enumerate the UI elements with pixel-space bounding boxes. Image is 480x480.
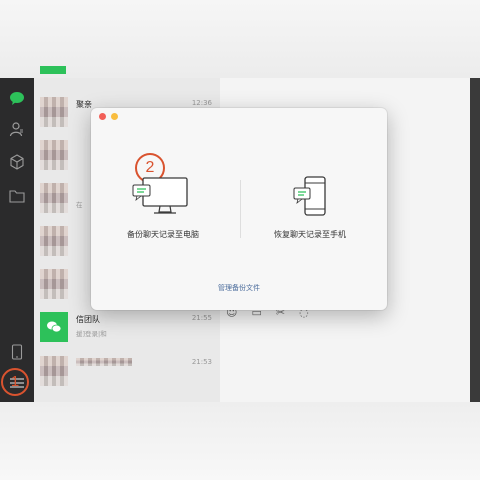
restore-to-phone-label[interactable]: 恢复聊天记录至手机 (274, 229, 346, 240)
close-window-button[interactable] (99, 113, 106, 120)
chat-time: 21:55 (191, 314, 212, 322)
favorites-icon[interactable] (5, 151, 29, 173)
chat-name: 聚亲 (76, 100, 92, 109)
wechat-logo-icon (47, 321, 62, 333)
chat-bubble-icon (10, 91, 24, 105)
avatar (40, 226, 68, 256)
chat-preview-suffix: 和 (100, 330, 107, 338)
list-item[interactable]: 21:53 (34, 350, 220, 392)
avatar (40, 312, 68, 342)
minimize-window-button[interactable] (111, 113, 118, 120)
chat-icon[interactable] (5, 87, 29, 109)
chat-preview: 援]登录|和 (76, 328, 107, 338)
options-divider (240, 180, 241, 238)
chat-name: 信团队 (76, 315, 100, 324)
backup-to-computer-button[interactable] (131, 176, 191, 216)
contacts-icon[interactable] (5, 118, 29, 140)
cube-icon (10, 154, 24, 170)
person-icon (9, 122, 23, 137)
folder-icon (9, 190, 25, 203)
background-blur-bottom (0, 402, 480, 480)
window-edge (470, 78, 480, 402)
files-icon[interactable] (5, 185, 29, 207)
step-1-annotation: 1 (1, 368, 29, 396)
manage-backup-files-link[interactable]: 管理备份文件 (91, 283, 387, 293)
phone-icon[interactable] (5, 341, 29, 363)
avatar (40, 356, 68, 386)
chat-preview-text: 援]登录| (76, 330, 101, 338)
chat-time: 21:53 (191, 358, 212, 366)
backup-restore-dialog: 2 备份聊天记录至电脑 恢复聊天记录至手机 管理备份文件 (91, 108, 387, 310)
chat-preview: 在 (76, 201, 83, 209)
avatar (40, 66, 66, 74)
list-item[interactable]: 信团队 21:55 援]登录|和 (34, 306, 220, 348)
mobile-icon (11, 344, 23, 360)
restore-to-phone-button[interactable] (291, 176, 331, 218)
avatar (40, 183, 68, 213)
avatar (40, 269, 68, 299)
phone-restore-icon (293, 176, 326, 216)
chat-time: 12:36 (191, 99, 212, 107)
avatar (40, 97, 68, 127)
monitor-icon (132, 177, 188, 214)
sidebar (0, 78, 34, 402)
avatar (40, 140, 68, 170)
chat-name-redacted (76, 358, 132, 366)
backup-to-computer-label[interactable]: 备份聊天记录至电脑 (127, 229, 199, 240)
